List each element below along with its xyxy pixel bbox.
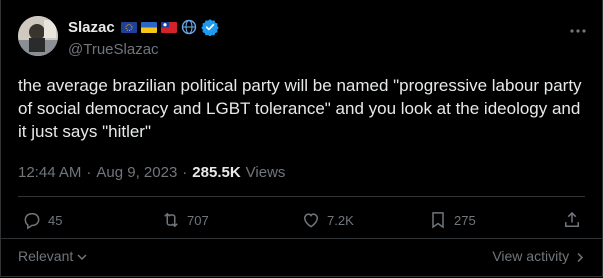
tweet-date[interactable]: Aug 9, 2023 bbox=[96, 164, 177, 181]
divider bbox=[18, 196, 585, 197]
meta-separator: · bbox=[86, 164, 92, 181]
share-button[interactable] bbox=[562, 210, 582, 230]
sort-dropdown[interactable]: Relevant bbox=[18, 248, 87, 264]
reply-button[interactable]: 45 bbox=[22, 210, 62, 230]
taiwan-flag-icon bbox=[160, 21, 177, 33]
author-handle[interactable]: @TrueSlazac bbox=[68, 41, 159, 58]
reply-count: 45 bbox=[48, 212, 63, 228]
verified-badge-icon[interactable] bbox=[201, 18, 219, 36]
bookmark-button[interactable]: 275 bbox=[428, 210, 476, 230]
globe-icon bbox=[181, 19, 196, 35]
like-count: 7.2K bbox=[327, 212, 354, 228]
tweet-card: Slazac @TrueSlazac the average brazilian… bbox=[0, 0, 603, 277]
heart-icon bbox=[303, 213, 319, 228]
bookmark-icon bbox=[432, 212, 444, 229]
tweet-footer: Relevant View activity bbox=[1, 238, 602, 277]
chevron-right-icon bbox=[577, 252, 584, 262]
action-bar: 45 707 7.2K 275 bbox=[18, 210, 588, 236]
sort-label: Relevant bbox=[18, 248, 74, 264]
share-icon bbox=[565, 211, 579, 227]
reply-icon bbox=[24, 213, 40, 230]
eu-flag-icon bbox=[120, 21, 137, 33]
avatar[interactable] bbox=[18, 16, 58, 56]
ukraine-flag-icon bbox=[140, 21, 157, 33]
view-activity-label: View activity bbox=[492, 248, 570, 264]
avatar-photo bbox=[18, 16, 58, 56]
view-activity-link[interactable]: View activity bbox=[492, 248, 584, 264]
views-count: 285.5K bbox=[192, 164, 241, 181]
tweet-meta: 12:44 AM · Aug 9, 2023 · 285.5K Views bbox=[18, 164, 285, 181]
author-name-row: Slazac bbox=[68, 18, 219, 36]
bookmark-count: 275 bbox=[454, 212, 476, 228]
repost-count: 707 bbox=[187, 212, 209, 228]
views-label: Views bbox=[245, 164, 286, 181]
repost-icon bbox=[164, 212, 178, 228]
tweet-time[interactable]: 12:44 AM bbox=[18, 164, 81, 181]
repost-button[interactable]: 707 bbox=[161, 210, 209, 230]
display-name[interactable]: Slazac bbox=[68, 19, 115, 36]
like-button[interactable]: 7.2K bbox=[301, 210, 354, 230]
more-options-icon[interactable] bbox=[568, 22, 588, 38]
tweet-text: the average brazilian political party wi… bbox=[18, 76, 582, 141]
meta-separator: · bbox=[182, 164, 188, 181]
chevron-down-icon bbox=[77, 254, 87, 261]
